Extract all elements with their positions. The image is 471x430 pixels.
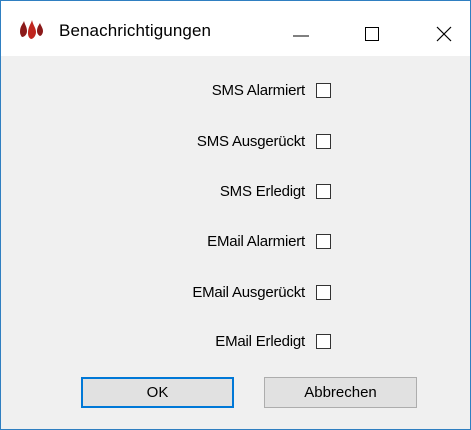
checkbox-sms-erledigt[interactable] bbox=[316, 184, 331, 199]
window-title: Benachrichtigungen bbox=[59, 21, 212, 40]
maximize-icon bbox=[365, 27, 379, 41]
option-label-sms-alarmiert: SMS Alarmiert bbox=[211, 82, 305, 99]
minimize-button[interactable] bbox=[257, 1, 327, 56]
cancel-button[interactable]: Abbrechen bbox=[264, 377, 417, 408]
checkbox-email-ausgerueckt[interactable] bbox=[316, 285, 331, 300]
option-label-email-erledigt: EMail Erledigt bbox=[215, 333, 305, 350]
minimize-icon bbox=[293, 35, 309, 37]
notifications-dialog: Benachrichtigungen SMS Alarmiert SMS Aus… bbox=[0, 0, 471, 430]
title-bar[interactable]: Benachrichtigungen bbox=[1, 1, 470, 56]
option-label-email-alarmiert: EMail Alarmiert bbox=[207, 233, 305, 250]
checkbox-email-erledigt[interactable] bbox=[316, 334, 331, 349]
option-label-sms-erledigt: SMS Erledigt bbox=[219, 183, 305, 200]
maximize-button[interactable] bbox=[327, 1, 397, 56]
option-label-email-ausgerueckt: EMail Ausgerückt bbox=[192, 284, 305, 301]
app-flame-icon bbox=[18, 19, 44, 41]
close-icon bbox=[436, 26, 452, 42]
checkbox-sms-ausgerueckt[interactable] bbox=[316, 134, 331, 149]
checkbox-sms-alarmiert[interactable] bbox=[316, 83, 331, 98]
ok-button[interactable]: OK bbox=[81, 377, 234, 408]
option-label-sms-ausgerueckt: SMS Ausgerückt bbox=[196, 133, 305, 150]
close-button[interactable] bbox=[400, 1, 470, 56]
checkbox-email-alarmiert[interactable] bbox=[316, 234, 331, 249]
